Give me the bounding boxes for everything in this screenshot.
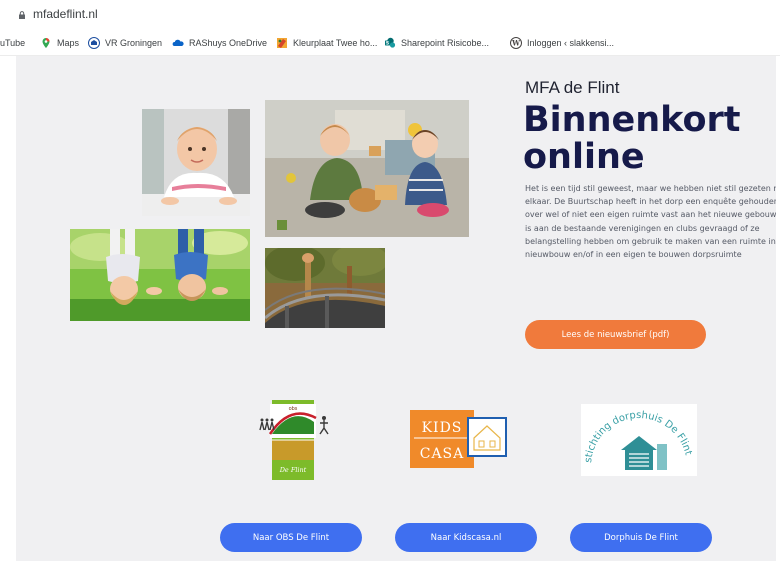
intro-paragraph: Het is een tijd stil geweest, maar we he…	[525, 184, 776, 260]
photo-baby-crawling	[142, 109, 250, 216]
bookmark-kleurplaat[interactable]: Kleurplaat Twee ho...	[276, 35, 377, 51]
obs-de-flint-logo[interactable]: obs De Flint	[254, 400, 332, 480]
dorpshuis-button[interactable]: Dorphuis De Flint	[570, 523, 712, 552]
photo-playground	[265, 248, 385, 328]
bookmark-maps[interactable]: Maps	[40, 35, 79, 51]
bookmark-label: Maps	[57, 38, 80, 48]
page-content: MFA de Flint Binnenkort online Het is ee…	[16, 56, 776, 561]
brand-title: MFA de Flint	[525, 78, 620, 97]
svg-text:W: W	[511, 39, 520, 48]
bookmark-label: VR Groningen	[105, 38, 163, 48]
bookmark-sharepoint[interactable]: S Sharepoint Risicobe...	[384, 35, 489, 51]
bookmarks-bar: uTube Maps VR Groningen RAShuys OneDrive…	[0, 30, 780, 56]
wordpress-icon: W	[510, 37, 522, 49]
kidscasa-logo-line2: CASA	[420, 446, 465, 462]
obs-de-flint-button[interactable]: Naar OBS De Flint	[220, 523, 362, 552]
kidscasa-logo-line1: KIDS	[422, 420, 463, 436]
bookmark-label: Kleurplaat Twee ho...	[293, 38, 378, 48]
obs-logo-top-text: obs	[289, 406, 298, 412]
page-headline: Binnenkort online	[523, 100, 741, 177]
photo-toddlers-playing	[265, 100, 469, 237]
photo-children-headstand	[70, 229, 250, 321]
bookmark-label: RAShuys OneDrive	[189, 38, 268, 48]
obs-logo-bottom-text: De Flint	[279, 466, 307, 474]
sharepoint-icon: S	[385, 37, 396, 48]
kidscasa-button[interactable]: Naar Kidscasa.nl	[395, 523, 537, 552]
url-text[interactable]: mfadeflint.nl	[33, 7, 98, 21]
browser-address-bar: mfadeflint.nl	[0, 0, 780, 30]
onedrive-cloud-icon	[172, 39, 184, 46]
maps-pin-icon	[42, 38, 50, 48]
bookmark-label: Sharepoint Risicobe...	[401, 38, 490, 48]
vr-groningen-icon	[88, 37, 100, 49]
lock-icon	[19, 11, 25, 19]
kleurplaat-icon	[277, 38, 287, 48]
kidscasa-logo[interactable]: KIDS CASA	[410, 410, 508, 468]
bookmark-vr-groningen[interactable]: VR Groningen	[88, 35, 162, 51]
newsletter-button[interactable]: Lees de nieuwsbrief (pdf)	[525, 320, 706, 349]
bookmark-youtube[interactable]: uTube	[0, 35, 25, 51]
bookmark-onedrive[interactable]: RAShuys OneDrive	[172, 35, 267, 51]
dorpshuis-de-flint-logo[interactable]: stichting dorpshuis De Flint	[581, 404, 697, 476]
bookmark-label: uTube	[0, 38, 26, 48]
bookmark-wordpress[interactable]: W Inloggen ‹ slakkensi...	[510, 35, 614, 51]
svg-text:S: S	[386, 41, 389, 47]
bookmark-label: Inloggen ‹ slakkensi...	[527, 38, 615, 48]
